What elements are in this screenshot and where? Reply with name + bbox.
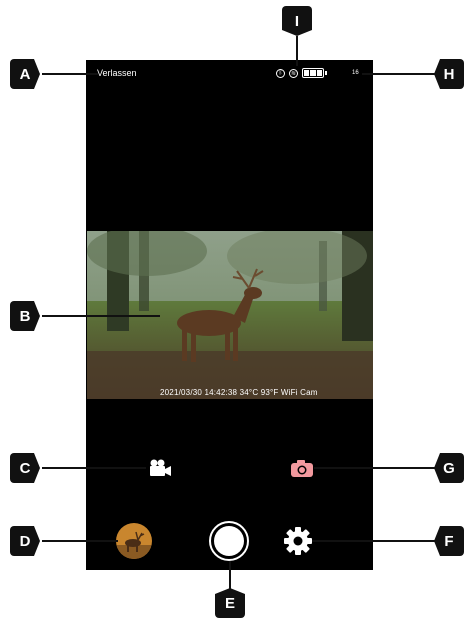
shutter-button[interactable] (209, 521, 249, 561)
marker-d: D (10, 526, 40, 556)
marker-b: B (10, 301, 40, 331)
callout-line-i (296, 36, 298, 66)
marker-e: E (215, 588, 245, 618)
marker-h: H (434, 59, 464, 89)
callout-line-e (229, 561, 231, 589)
callout-line-d (42, 540, 118, 542)
marker-f: F (434, 526, 464, 556)
gallery-button[interactable] (116, 523, 152, 559)
video-mode-button[interactable] (146, 458, 172, 478)
bluetooth-icon: ᛒ (276, 68, 285, 78)
marker-g: G (434, 453, 464, 483)
exit-button[interactable]: Verlassen (97, 68, 137, 78)
callout-line-g (314, 467, 436, 469)
marker-a: A (10, 59, 40, 89)
video-camera-icon (150, 459, 171, 476)
timestamp-overlay: 2021/03/30 14:42:38 34°C 93°F WiFi Cam (160, 388, 318, 397)
callout-line-a (42, 73, 98, 75)
wifi-icon: ≋ (289, 68, 298, 78)
marker-c: C (10, 453, 40, 483)
shutter-icon (214, 526, 244, 556)
gallery-thumbnail-icon (116, 523, 152, 559)
settings-button[interactable] (282, 525, 314, 557)
callout-line-b (42, 315, 160, 317)
callout-line-f (312, 540, 436, 542)
marker-i: I (282, 6, 312, 36)
status-number: 16 (352, 70, 359, 76)
photo-mode-button[interactable] (289, 458, 315, 478)
callout-line-c (42, 467, 146, 469)
gear-icon (284, 527, 312, 555)
photo-camera-icon (291, 460, 313, 477)
battery-icon (302, 68, 327, 78)
callout-line-h (362, 73, 436, 75)
status-icons: ᛒ ≋ (276, 66, 327, 80)
